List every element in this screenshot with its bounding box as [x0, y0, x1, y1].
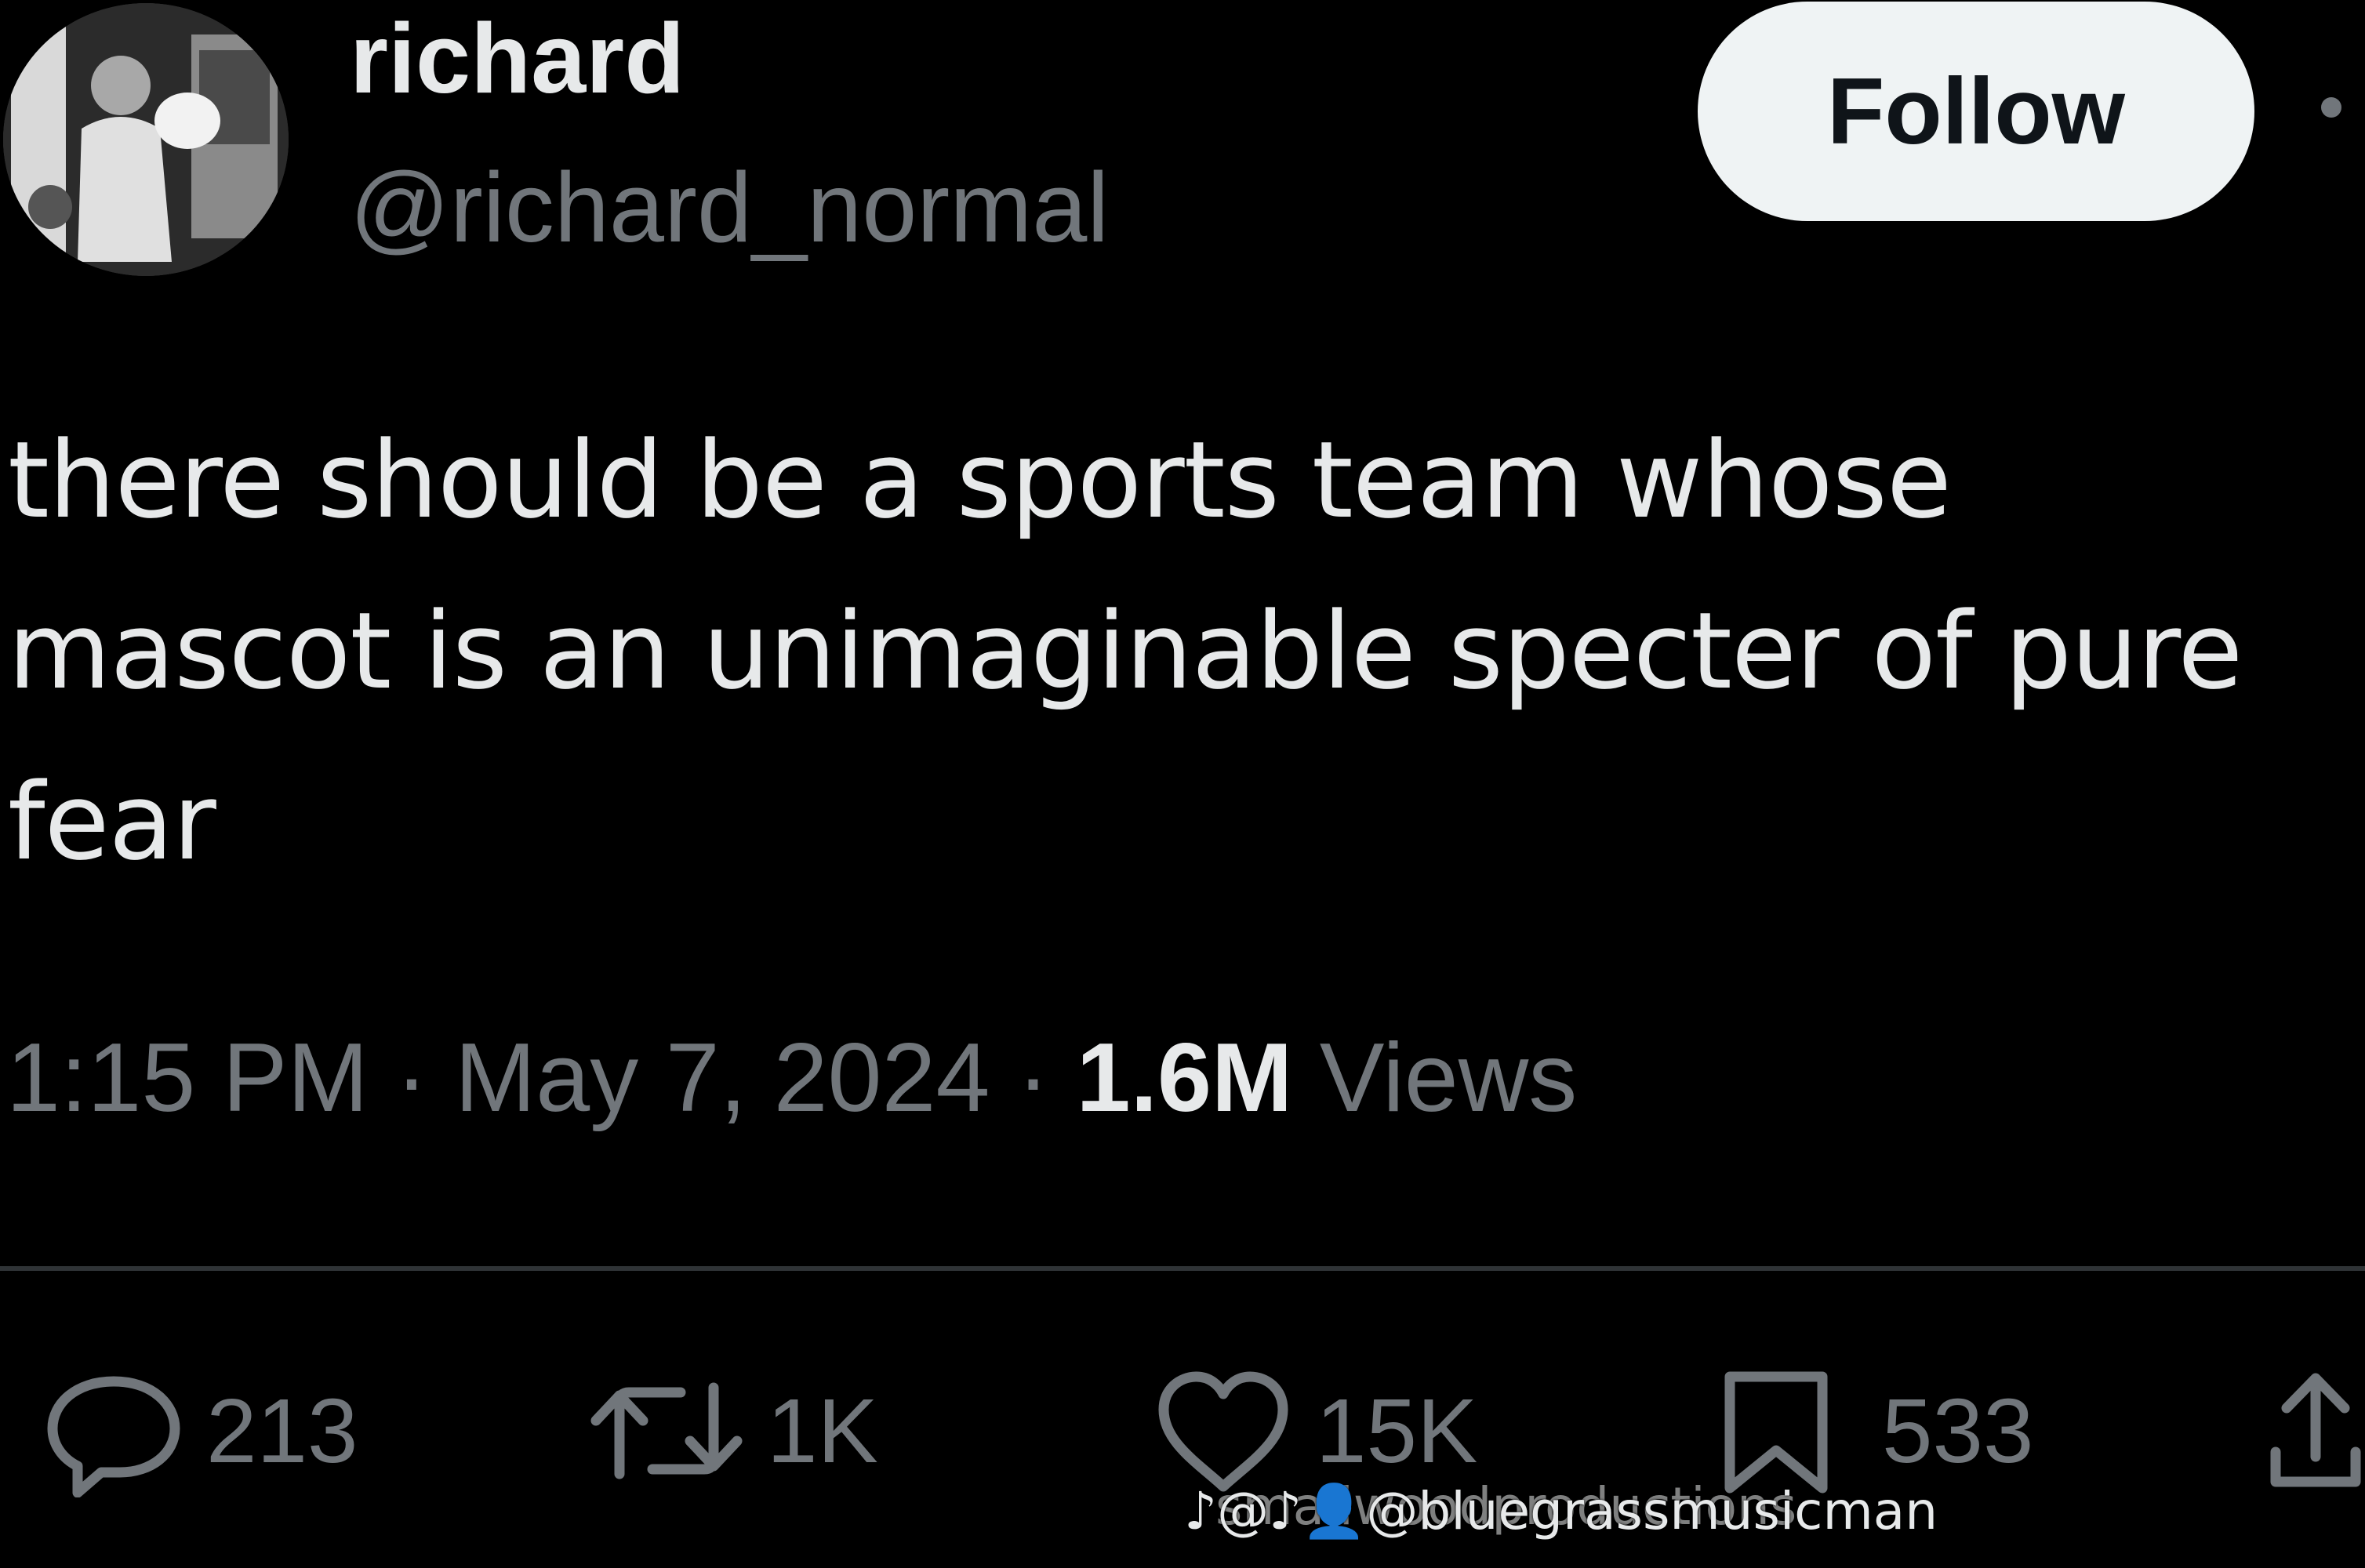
repost-icon	[590, 1382, 743, 1479]
display-name[interactable]: richard	[350, 0, 685, 118]
user-handle[interactable]: @richard_normal	[350, 149, 1109, 267]
share-button[interactable]	[2266, 1364, 2365, 1497]
watermark: ♪@♪👤@bluegrassmusicman	[1184, 1481, 1938, 1541]
avatar-photo	[3, 3, 289, 276]
repost-count: 1K	[767, 1380, 878, 1482]
tweet-meta: 1:15 PM · May 7, 2024 · 1.6M Views	[6, 1015, 1577, 1141]
reply-icon	[47, 1376, 180, 1497]
share-icon	[2270, 1373, 2361, 1487]
tweet-text: there should be a sports team whose masc…	[8, 419, 2243, 884]
meta-separator: ·	[368, 1024, 455, 1132]
divider	[0, 1266, 2365, 1271]
repost-button[interactable]: 1K	[588, 1364, 878, 1497]
tweet-time[interactable]: 1:15 PM	[6, 1024, 369, 1132]
views-label: Views	[1292, 1024, 1578, 1132]
meta-separator: ·	[990, 1024, 1077, 1132]
more-icon[interactable]	[2321, 97, 2341, 118]
avatar[interactable]	[3, 3, 289, 276]
views-count: 1.6M	[1076, 1024, 1293, 1132]
follow-button[interactable]: Follow	[1698, 2, 2254, 221]
tweet-date[interactable]: May 7, 2024	[455, 1024, 990, 1132]
reply-button[interactable]: 213	[43, 1364, 358, 1497]
reply-count: 213	[206, 1380, 358, 1482]
